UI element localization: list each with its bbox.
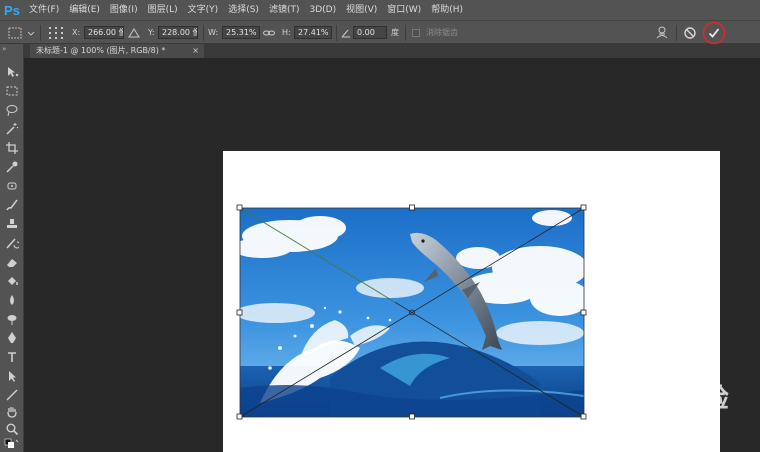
document-tab[interactable]: 未标题-1 @ 100% (图片, RGB/8) * × xyxy=(30,44,204,58)
photoshop-logo: Ps xyxy=(4,2,20,18)
relative-position-toggle[interactable] xyxy=(128,21,140,44)
zoom-tool-icon[interactable] xyxy=(3,421,21,437)
document-tab-bar: 未标题-1 @ 100% (图片, RGB/8) * × xyxy=(24,44,760,58)
dodge-tool-icon[interactable] xyxy=(3,311,21,327)
link-icon xyxy=(263,30,275,35)
reference-point-icon xyxy=(49,26,63,39)
menu-window[interactable]: 窗口(W) xyxy=(382,0,426,20)
commit-transform-button[interactable] xyxy=(702,21,726,44)
menu-select[interactable]: 选择(S) xyxy=(223,0,264,20)
pen-tool-icon[interactable] xyxy=(3,330,21,346)
tool-preset-picker[interactable] xyxy=(6,21,36,44)
watermark-text: Bai du 经验 xyxy=(590,383,729,413)
hand-tool-icon[interactable] xyxy=(3,404,21,420)
magic-wand-icon[interactable] xyxy=(3,121,21,137)
menu-edit[interactable]: 编辑(E) xyxy=(64,0,105,20)
lasso-tool-icon[interactable] xyxy=(3,102,21,118)
history-brush-icon[interactable] xyxy=(3,235,21,251)
line-tool-icon[interactable] xyxy=(3,387,21,403)
type-tool-icon[interactable] xyxy=(3,349,21,365)
separator xyxy=(203,25,204,41)
cancel-transform-button[interactable] xyxy=(683,21,697,44)
document-tab-label: 未标题-1 @ 100% (图片, RGB/8) * xyxy=(36,46,166,55)
healing-brush-icon[interactable] xyxy=(3,178,21,194)
baidu-watermark: Bai du 经验 jingyan.baidu.com xyxy=(584,366,760,452)
menu-type[interactable]: 文字(Y) xyxy=(183,0,224,20)
reference-point-locator[interactable] xyxy=(47,21,65,44)
paint-bucket-icon[interactable] xyxy=(3,273,21,289)
angle-icon xyxy=(341,29,350,37)
menu-3d[interactable]: 3D(D) xyxy=(304,0,341,20)
cancel-transform-icon xyxy=(684,26,696,39)
separator xyxy=(676,25,677,41)
watermark-url: jingyan.baidu.com xyxy=(618,418,707,430)
move-tool-icon[interactable] xyxy=(3,64,21,80)
width-field[interactable]: 25.31% xyxy=(222,26,260,39)
separator xyxy=(336,25,337,41)
menu-file[interactable]: 文件(F) xyxy=(24,0,64,20)
warp-mode-icon xyxy=(656,26,668,38)
transform-guides xyxy=(236,204,587,420)
menu-items: 文件(F) 编辑(E) 图像(I) 图层(L) 文字(Y) 选择(S) 滤镜(T… xyxy=(24,0,468,20)
y-label: Y: xyxy=(148,28,155,37)
separator xyxy=(40,25,41,41)
h-label: H: xyxy=(282,28,291,37)
x-position-field[interactable]: 266.00 像 xyxy=(84,26,124,39)
eyedropper-icon[interactable] xyxy=(3,159,21,175)
delta-icon xyxy=(128,27,140,37)
panel-collapse-icon[interactable]: » xyxy=(2,45,22,53)
warp-mode-button[interactable] xyxy=(654,21,670,44)
link-button[interactable] xyxy=(262,21,276,44)
antialias-checkbox[interactable] xyxy=(412,21,422,44)
color-swatches-icon[interactable] xyxy=(3,436,21,452)
x-label: X: xyxy=(72,28,81,37)
menu-filter[interactable]: 滤镜(T) xyxy=(264,0,305,20)
menu-image[interactable]: 图像(I) xyxy=(105,0,143,20)
transform-tool-icon xyxy=(8,27,35,38)
menu-layer[interactable]: 图层(L) xyxy=(143,0,183,20)
y-position-field[interactable]: 228.00 像 xyxy=(158,26,198,39)
separator xyxy=(405,25,406,41)
checkbox-box xyxy=(412,28,420,37)
eraser-icon[interactable] xyxy=(3,254,21,270)
close-icon[interactable]: × xyxy=(192,44,199,58)
clone-stamp-icon[interactable] xyxy=(3,216,21,232)
rotate-label xyxy=(340,21,352,44)
tools-panel: » xyxy=(0,44,24,452)
brush-tool-icon[interactable] xyxy=(3,197,21,213)
marquee-tool-icon[interactable] xyxy=(3,83,21,99)
menu-bar: Ps 文件(F) 编辑(E) 图像(I) 图层(L) 文字(Y) 选择(S) 滤… xyxy=(0,0,760,20)
height-field[interactable]: 27.41% xyxy=(294,26,332,39)
rotate-angle-field[interactable]: 0.00 xyxy=(353,26,387,39)
path-selection-icon[interactable] xyxy=(3,368,21,384)
menu-view[interactable]: 视图(V) xyxy=(341,0,382,20)
transform-bounding-box[interactable] xyxy=(235,203,589,422)
commit-transform-icon xyxy=(702,21,726,44)
w-label: W: xyxy=(208,28,219,37)
antialias-label: 消除锯齿 xyxy=(426,28,458,37)
menu-help[interactable]: 帮助(H) xyxy=(426,0,468,20)
options-bar: X: 266.00 像 Y: 228.00 像 W: 25.31% H: 27.… xyxy=(0,20,760,44)
blur-tool-icon[interactable] xyxy=(3,292,21,308)
crop-tool-icon[interactable] xyxy=(3,140,21,156)
angle-unit: 度 xyxy=(391,28,399,37)
